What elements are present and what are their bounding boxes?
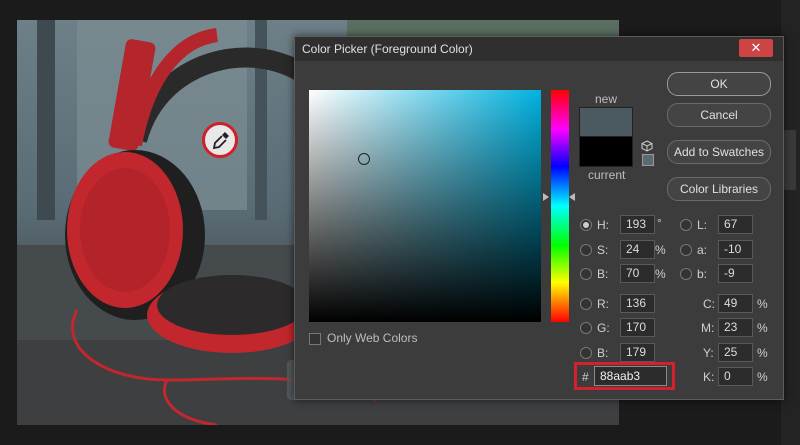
dialog-title: Color Picker (Foreground Color) xyxy=(302,42,473,56)
web-safe-swatch-icon[interactable] xyxy=(642,154,654,166)
only-web-colors-label: Only Web Colors xyxy=(327,331,418,345)
brightness-label: B: xyxy=(597,267,609,281)
dialog-titlebar[interactable]: Color Picker (Foreground Color) ✕ xyxy=(295,37,783,61)
hue-slider-handle-left[interactable] xyxy=(543,193,549,201)
only-web-colors-checkbox[interactable] xyxy=(309,333,321,345)
out-of-gamut-cube-icon[interactable] xyxy=(641,140,653,152)
eyedropper-icon xyxy=(212,132,229,150)
magenta-label: M: xyxy=(701,321,715,335)
radio-blue[interactable] xyxy=(580,347,592,359)
a-channel-label: a: xyxy=(697,243,708,257)
color-picker-dialog: Color Picker (Foreground Color) ✕ new cu… xyxy=(294,36,784,400)
hex-input[interactable]: 88aab3 xyxy=(594,366,667,386)
eyedropper-cursor xyxy=(202,122,238,158)
current-label: current xyxy=(588,168,626,182)
yellow-input[interactable]: 25 xyxy=(718,343,753,362)
cyan-label: C: xyxy=(703,297,715,311)
saturation-label: S: xyxy=(597,243,609,257)
magenta-unit: % xyxy=(757,321,768,335)
color-field[interactable] xyxy=(309,90,541,322)
brightness-input[interactable]: 70 xyxy=(620,264,655,283)
a-channel-input[interactable]: -10 xyxy=(718,240,753,259)
color-libraries-button[interactable]: Color Libraries xyxy=(667,177,771,201)
close-icon: ✕ xyxy=(750,40,762,55)
lightness-input[interactable]: 67 xyxy=(718,215,753,234)
hue-input[interactable]: 193 xyxy=(620,215,655,234)
black-input[interactable]: 0 xyxy=(718,367,753,386)
add-to-swatches-button[interactable]: Add to Swatches xyxy=(667,140,771,164)
radio-red[interactable] xyxy=(580,298,592,310)
new-label: new xyxy=(595,92,618,106)
hue-unit: ° xyxy=(657,216,662,230)
radio-green[interactable] xyxy=(580,322,592,334)
brightness-unit: % xyxy=(655,267,666,281)
red-input[interactable]: 136 xyxy=(620,294,655,313)
red-label: R: xyxy=(597,297,609,311)
hex-hash-label: # xyxy=(582,370,589,384)
cancel-button[interactable]: Cancel xyxy=(667,103,771,127)
cyan-input[interactable]: 49 xyxy=(718,294,753,313)
saturation-unit: % xyxy=(655,243,666,257)
color-field-marker[interactable] xyxy=(358,153,370,165)
hue-slider-handle-right[interactable] xyxy=(569,193,575,201)
current-color-swatch[interactable] xyxy=(579,136,633,167)
radio-hue[interactable] xyxy=(580,219,592,231)
radio-a-channel[interactable] xyxy=(680,244,692,256)
lightness-label: L: xyxy=(697,218,708,232)
cyan-unit: % xyxy=(757,297,768,311)
radio-lightness[interactable] xyxy=(680,219,692,231)
black-unit: % xyxy=(757,370,768,384)
green-label: G: xyxy=(597,321,610,335)
b-channel-input[interactable]: -9 xyxy=(718,264,753,283)
black-label: K: xyxy=(703,370,715,384)
scrollbar-thumb[interactable] xyxy=(784,130,796,190)
saturation-input[interactable]: 24 xyxy=(620,240,655,259)
blue-input[interactable]: 179 xyxy=(620,343,655,362)
yellow-unit: % xyxy=(757,346,768,360)
green-input[interactable]: 170 xyxy=(620,318,655,337)
magenta-input[interactable]: 23 xyxy=(718,318,753,337)
ok-button[interactable]: OK xyxy=(667,72,771,96)
hue-label: H: xyxy=(597,218,609,232)
yellow-label: Y: xyxy=(703,346,714,360)
blue-label: B: xyxy=(597,346,609,360)
radio-b-channel[interactable] xyxy=(680,268,692,280)
new-color-swatch[interactable] xyxy=(579,107,633,138)
radio-saturation[interactable] xyxy=(580,244,592,256)
hue-slider[interactable] xyxy=(551,90,569,322)
radio-brightness[interactable] xyxy=(580,268,592,280)
b-channel-label: b: xyxy=(697,267,708,281)
close-button[interactable]: ✕ xyxy=(739,39,773,57)
